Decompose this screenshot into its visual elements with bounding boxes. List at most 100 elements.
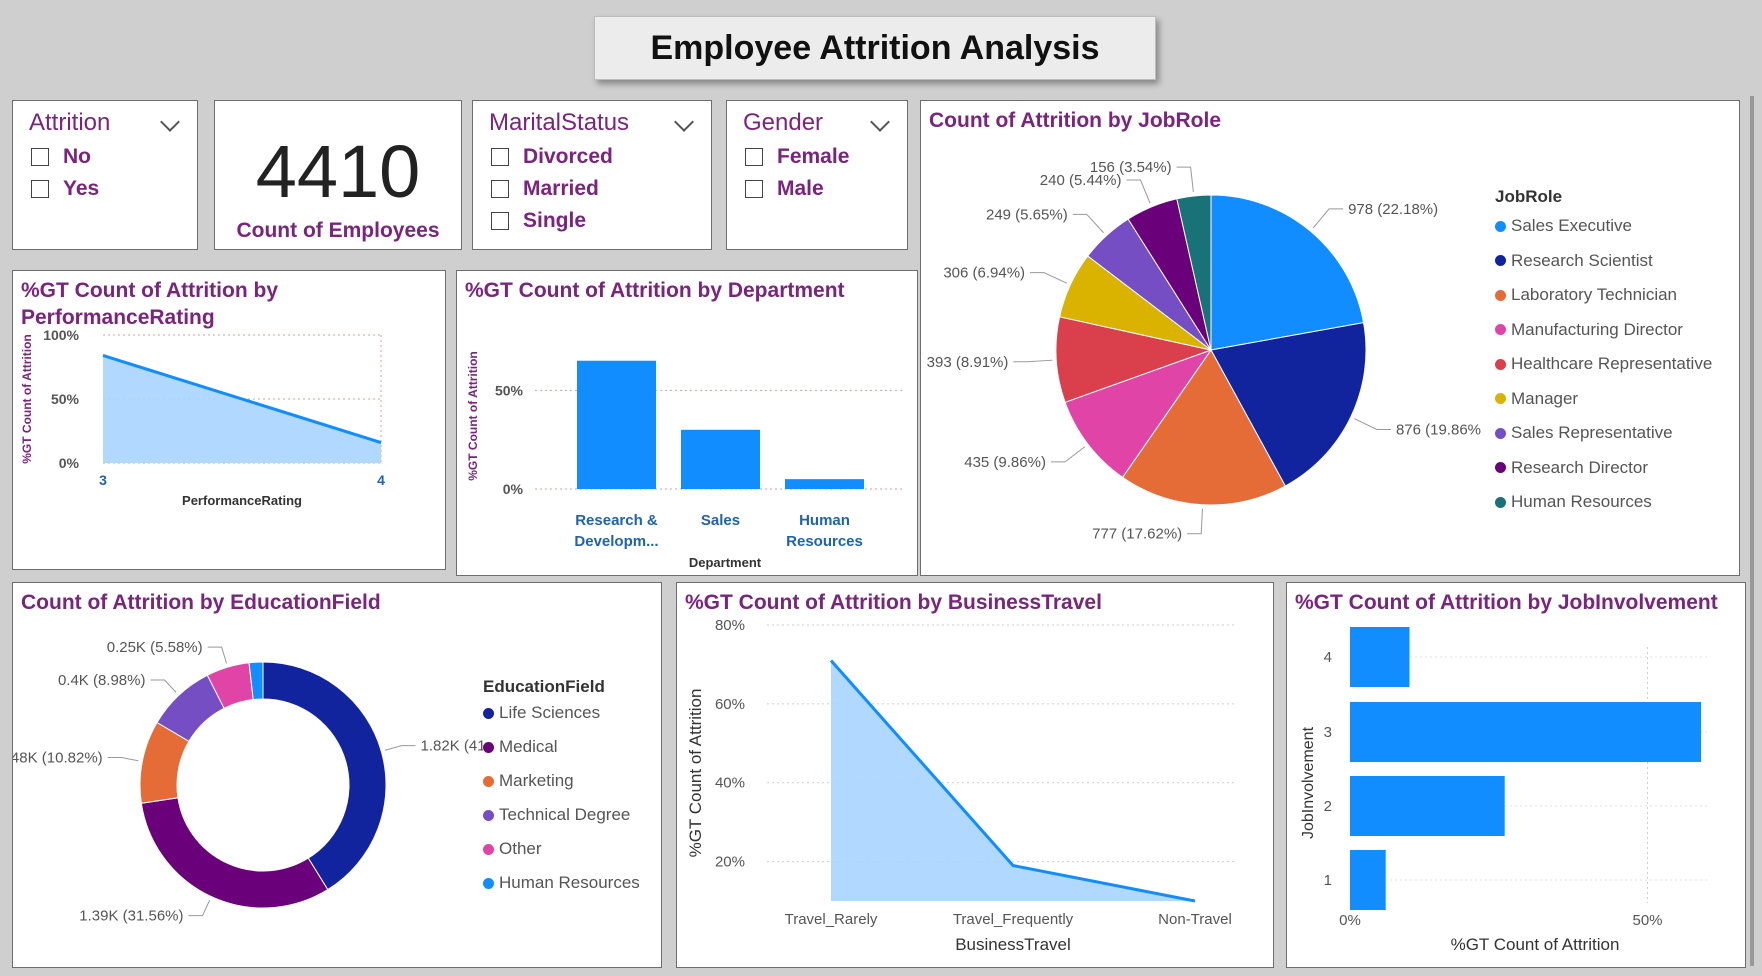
x-tick-label: 3 — [99, 472, 107, 488]
y-axis-title: %GT Count of Attrition — [686, 689, 705, 858]
data-label: 0.48K (10.82%) — [13, 750, 103, 767]
slicer-option-no[interactable]: No — [31, 145, 91, 169]
legend-item[interactable]: Human Resources — [1495, 492, 1652, 512]
chevron-down-icon[interactable] — [870, 112, 890, 132]
legend-item[interactable]: Medical — [483, 737, 558, 757]
legend-label: Healthcare Representative — [1511, 354, 1713, 373]
slicer-option-divorced[interactable]: Divorced — [491, 145, 613, 169]
legend-marker — [483, 809, 494, 821]
checkbox[interactable] — [31, 180, 49, 198]
bar — [1350, 627, 1410, 687]
y-tick-label: 60% — [715, 696, 745, 713]
legend-item[interactable]: Life Sciences — [483, 703, 600, 723]
legend-label: Manufacturing Director — [1511, 319, 1683, 339]
legend-item[interactable]: Marketing — [483, 771, 574, 791]
slicer-option-male[interactable]: Male — [745, 177, 824, 201]
kpi-value: 4410 — [255, 130, 421, 213]
slicer-option-married[interactable]: Married — [491, 177, 599, 201]
x-tick-label: 4 — [377, 472, 385, 488]
legend-title: JobRole — [1495, 187, 1563, 206]
leader-line — [385, 745, 416, 751]
pie-slice — [140, 797, 329, 909]
legend-item[interactable]: Manager — [1495, 389, 1578, 409]
leader-line — [1013, 359, 1053, 363]
data-label: 0.4K (8.98%) — [58, 672, 146, 689]
legend-item[interactable]: Sales Representative — [1495, 423, 1673, 443]
y-tick-label: 1 — [1324, 872, 1332, 889]
data-label: 876 (19.86%) — [1396, 421, 1481, 438]
legend-marker — [483, 877, 494, 889]
leader-line — [1176, 166, 1194, 193]
chevron-down-icon[interactable] — [160, 112, 180, 132]
legend-item[interactable]: Manufacturing Director — [1495, 320, 1683, 340]
x-tick-label: Travel_Frequently — [953, 911, 1074, 928]
x-tick-label: Non-Travel — [1158, 911, 1232, 928]
businesstravel-visual[interactable]: %GT Count of Attrition by BusinessTravel… — [676, 582, 1274, 968]
department-visual[interactable]: %GT Count of Attrition by Department 0% 5… — [456, 270, 918, 576]
leader-line — [207, 646, 227, 664]
checkbox[interactable] — [491, 212, 509, 230]
legend-marker — [1495, 289, 1506, 301]
leader-line — [1050, 446, 1086, 463]
legend-marker — [1495, 220, 1506, 232]
y-tick-label: 0% — [503, 481, 524, 497]
leader-line — [1126, 179, 1151, 204]
legend-label: Laboratory Technician — [1511, 285, 1678, 304]
legend-label: Life Sciences — [499, 703, 601, 722]
y-tick-label: 3 — [1324, 724, 1332, 741]
y-tick-label: 50% — [495, 382, 524, 398]
legend-marker — [483, 775, 494, 787]
x-tick-label: Travel_Rarely — [785, 911, 878, 928]
legend-marker — [1495, 462, 1506, 473]
data-label: 1.39K (31.56%) — [79, 908, 183, 925]
x-tick-label: 50% — [1632, 912, 1662, 929]
data-label: 777 (17.62%) — [1092, 526, 1182, 543]
legend-item[interactable]: Human Resources — [483, 873, 640, 893]
slicer-option-yes[interactable]: Yes — [31, 177, 99, 201]
kpi-label: Count of Employees — [236, 219, 440, 242]
page-scrollbar[interactable] — [1750, 96, 1754, 966]
data-label: 393 (8.91%) — [927, 354, 1009, 371]
legend-item[interactable]: Other — [483, 839, 542, 859]
legend-item[interactable]: Technical Degree — [483, 805, 630, 825]
y-tick-label: 50% — [51, 391, 80, 407]
legend-marker — [483, 843, 494, 855]
leader-line — [188, 900, 211, 917]
checkbox[interactable] — [745, 148, 763, 166]
checkbox[interactable] — [491, 148, 509, 166]
jobinvolvement-visual[interactable]: %GT Count of Attrition by JobInvolvement… — [1286, 582, 1746, 968]
attrition-slicer: Attrition No Yes — [12, 100, 198, 250]
legend-item[interactable]: Research Director — [1495, 458, 1648, 478]
legend-label: Sales Representative — [1511, 423, 1673, 442]
slicer-option-female[interactable]: Female — [745, 145, 849, 169]
legend-label: Technical Degree — [499, 805, 631, 824]
legend-item[interactable]: Sales Executive — [1495, 216, 1632, 236]
y-tick-label: 4 — [1324, 649, 1332, 666]
jobinvolvement-chart: 4 3 2 1 0% 50% %GT Count of Attrition JobInvolv… — [1300, 627, 1707, 954]
legend-marker — [483, 707, 494, 719]
legend-item[interactable]: Research Scientist — [1495, 251, 1653, 271]
legend-label: Manager — [1511, 388, 1579, 408]
x-tick-label: Human — [799, 512, 850, 529]
x-tick-label: Research & — [575, 512, 658, 529]
x-tick-label: Developm... — [574, 533, 658, 550]
perf-rating-visual[interactable]: %GT Count of Attrition by PerformanceRat… — [12, 270, 446, 570]
chevron-down-icon[interactable] — [674, 112, 694, 132]
bar — [785, 479, 864, 489]
bar — [1350, 702, 1702, 762]
legend-item[interactable]: Healthcare Representative — [1495, 354, 1712, 374]
legend-item[interactable]: Laboratory Technician — [1495, 285, 1677, 305]
educationfield-visual[interactable]: Count of Attrition by EducationField 1.8… — [12, 582, 662, 968]
checkbox[interactable] — [31, 148, 49, 166]
slicer-option-single[interactable]: Single — [491, 209, 586, 233]
checkbox[interactable] — [491, 180, 509, 198]
checkbox[interactable] — [745, 180, 763, 198]
marital-slicer-title: MaritalStatus — [489, 109, 630, 136]
leader-line — [1187, 508, 1204, 535]
y-tick-label: 2 — [1324, 798, 1332, 815]
data-label: 306 (6.94%) — [943, 265, 1025, 282]
y-tick-label: 0% — [59, 455, 80, 471]
businesstravel-chart: 20% 40% 60% 80% Travel_Rarely Travel_Frequent… — [686, 617, 1237, 954]
jobrole-visual[interactable]: Count of Attrition by JobRole 978 (22.18… — [920, 100, 1740, 576]
y-axis-title: %GT Count of Attrition — [20, 334, 34, 464]
